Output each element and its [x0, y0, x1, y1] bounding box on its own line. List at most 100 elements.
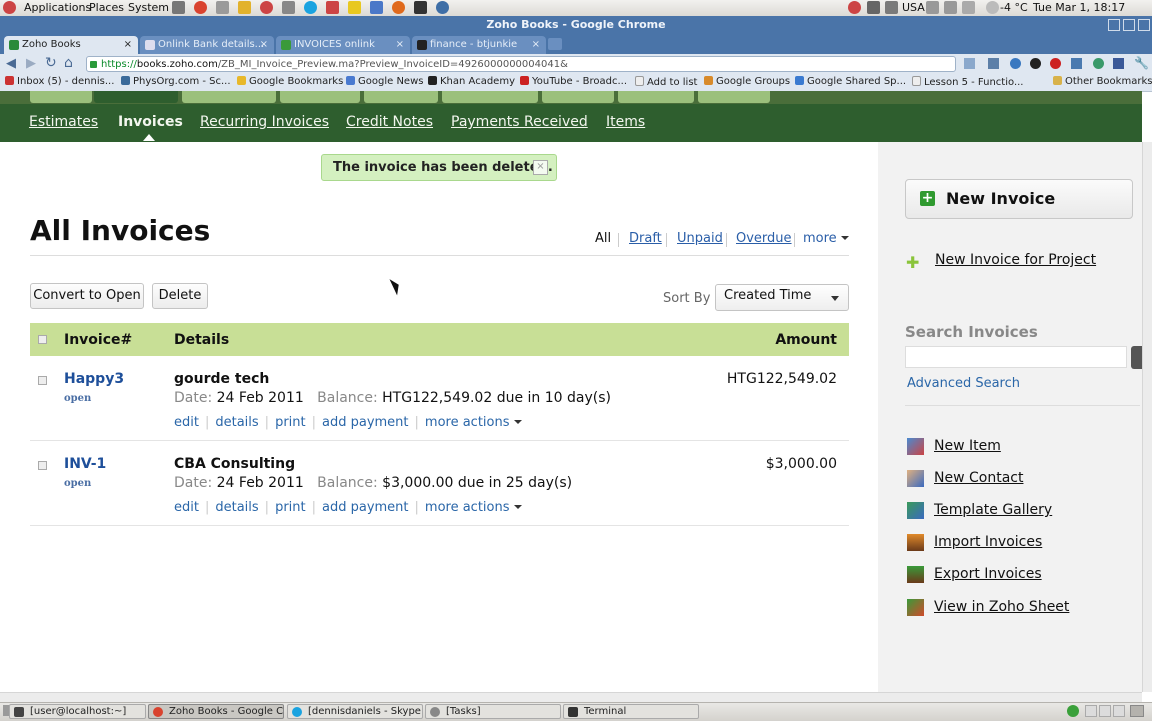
view-in-zoho-sheet-link[interactable]: View in Zoho Sheet: [934, 599, 1069, 615]
tab-finance-btjunkie[interactable]: finance - btjunkie ×: [412, 36, 546, 54]
wrench-menu-icon[interactable]: 🔧: [1134, 56, 1149, 70]
tab-close-icon[interactable]: ×: [396, 36, 404, 54]
export-invoices-link[interactable]: Export Invoices: [934, 566, 1042, 582]
nav-recurring-invoices[interactable]: Recurring Invoices: [200, 114, 329, 130]
filter-unpaid[interactable]: Unpaid: [677, 231, 723, 246]
search-button[interactable]: [1131, 346, 1142, 369]
address-bar[interactable]: https://books.zoho.com/ZB_MI_Invoice_Pre…: [86, 56, 956, 72]
main-tab-partial[interactable]: [618, 91, 694, 103]
bookmark-khan-academy[interactable]: Khan Academy: [428, 76, 515, 87]
network-launcher-icon[interactable]: [436, 1, 449, 14]
battery-tray-icon[interactable]: [867, 1, 880, 14]
mic-tray-icon[interactable]: [926, 1, 939, 14]
maximize-icon[interactable]: [1123, 19, 1135, 31]
search-input[interactable]: [905, 346, 1127, 368]
terminal-launcher-icon[interactable]: [414, 1, 427, 14]
notes-launcher-icon[interactable]: [238, 1, 251, 14]
network-tray-icon[interactable]: [962, 1, 975, 14]
trash-icon[interactable]: [1130, 705, 1144, 717]
filter-draft[interactable]: Draft: [629, 231, 662, 246]
main-tab-partial[interactable]: [542, 91, 614, 103]
nav-invoices[interactable]: Invoices: [118, 114, 183, 130]
extension-icon[interactable]: [1030, 58, 1041, 69]
places-menu[interactable]: Places: [89, 1, 124, 14]
more-actions-dropdown[interactable]: more actions: [425, 415, 522, 430]
clock[interactable]: Tue Mar 1, 18:17: [1033, 1, 1125, 14]
edit-link[interactable]: edit: [174, 415, 199, 430]
bookmark-google-news[interactable]: Google News: [346, 76, 423, 87]
skype-launcher-icon[interactable]: [304, 1, 317, 14]
workspace-switcher-icon[interactable]: [1113, 705, 1125, 717]
main-tab-partial[interactable]: [442, 91, 538, 103]
tray-app-icon[interactable]: [1067, 705, 1079, 717]
taskbar-tasks[interactable]: [Tasks]: [425, 704, 561, 719]
close-icon[interactable]: ×: [533, 160, 548, 175]
star-launcher-icon[interactable]: [348, 1, 361, 14]
filter-more[interactable]: more: [803, 231, 849, 246]
main-tab-partial-active[interactable]: [94, 91, 178, 103]
taskbar-terminal[interactable]: Terminal: [563, 704, 699, 719]
add-payment-link[interactable]: add payment: [322, 500, 409, 515]
select-all-checkbox[interactable]: [38, 335, 47, 344]
printer-tray-icon[interactable]: [885, 1, 898, 14]
new-invoice-for-project-link[interactable]: New Invoice for Project: [935, 252, 1096, 268]
nav-estimates[interactable]: Estimates: [29, 114, 98, 130]
extension-icon[interactable]: [1010, 58, 1021, 69]
more-actions-dropdown[interactable]: more actions: [425, 500, 522, 515]
vertical-scrollbar[interactable]: [1142, 142, 1152, 692]
new-tab-button[interactable]: [548, 38, 562, 50]
filter-overdue[interactable]: Overdue: [736, 231, 792, 246]
tab-close-icon[interactable]: ×: [532, 36, 540, 54]
weather-temp[interactable]: -4 °C: [1000, 1, 1028, 14]
gnome-foot-icon[interactable]: [3, 1, 16, 14]
bookmark-physorg[interactable]: PhysOrg.com - Sc...: [121, 76, 231, 87]
other-bookmarks[interactable]: Other Bookmarks: [1053, 76, 1152, 87]
home-launcher-icon[interactable]: [216, 1, 229, 14]
new-item-link[interactable]: New Item: [934, 438, 1001, 454]
new-contact-link[interactable]: New Contact: [934, 470, 1023, 486]
forward-icon[interactable]: ▶: [26, 56, 36, 71]
main-tab-partial[interactable]: [698, 91, 770, 103]
invoice-number-link[interactable]: INV-1: [64, 456, 106, 472]
main-tab-partial[interactable]: [182, 91, 276, 103]
facebook-icon[interactable]: [1113, 58, 1124, 69]
filter-all[interactable]: All: [595, 231, 611, 246]
people-launcher-icon[interactable]: [370, 1, 383, 14]
details-link[interactable]: details: [215, 500, 258, 515]
tab-onlink-bank[interactable]: Onlink Bank details... ×: [140, 36, 274, 54]
volume-tray-icon[interactable]: [944, 1, 957, 14]
bookmark-youtube[interactable]: YouTube - Broadc...: [520, 76, 627, 87]
tab-invoices-onlink[interactable]: INVOICES onlink ×: [276, 36, 410, 54]
alarm-tray-icon[interactable]: [848, 1, 861, 14]
print-link[interactable]: print: [275, 415, 306, 430]
close-x-launcher-icon[interactable]: [326, 1, 339, 14]
back-icon[interactable]: ◀: [6, 56, 16, 71]
extension-icon[interactable]: [988, 58, 999, 69]
window-close-icon[interactable]: [1138, 19, 1150, 31]
workspace-switcher-icon[interactable]: [1099, 705, 1111, 717]
extension-icon[interactable]: [964, 58, 975, 69]
row-checkbox[interactable]: [38, 461, 47, 470]
sort-by-select[interactable]: Created Time: [715, 284, 849, 311]
tab-close-icon[interactable]: ×: [260, 36, 268, 54]
nav-items[interactable]: Items: [606, 114, 645, 130]
keyboard-layout[interactable]: USA: [902, 1, 925, 14]
main-tab-partial[interactable]: [280, 91, 360, 103]
tool-launcher-icon[interactable]: [282, 1, 295, 14]
print-link[interactable]: print: [275, 500, 306, 515]
bookmark-inbox[interactable]: Inbox (5) - dennis...: [5, 76, 114, 87]
bookmark-google-shared[interactable]: Google Shared Sp...: [795, 76, 906, 87]
invoice-number-link[interactable]: Happy3: [64, 371, 124, 387]
details-link[interactable]: details: [215, 415, 258, 430]
workspace-switcher-icon[interactable]: [1085, 705, 1097, 717]
firefox-launcher-icon[interactable]: [392, 1, 405, 14]
bookmark-google-bookmarks[interactable]: Google Bookmarks: [237, 76, 343, 87]
nav-credit-notes[interactable]: Credit Notes: [346, 114, 433, 130]
row-checkbox[interactable]: [38, 376, 47, 385]
convert-to-open-button[interactable]: Convert to Open: [30, 283, 144, 309]
main-tab-partial[interactable]: [30, 91, 92, 103]
home-icon[interactable]: ⌂: [64, 55, 73, 71]
extension-icon[interactable]: [1050, 58, 1061, 69]
taskbar-terminal-localhost[interactable]: [user@localhost:~]: [9, 704, 146, 719]
system-menu[interactable]: System: [128, 1, 169, 14]
